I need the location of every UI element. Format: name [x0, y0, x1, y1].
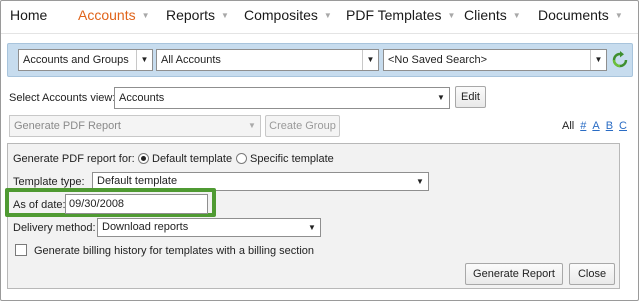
alpha-link-a[interactable]: A [592, 120, 599, 132]
group-type-select[interactable]: Accounts and Groups ▼ [18, 49, 153, 71]
saved-search-select[interactable]: <No Saved Search> ▼ [383, 49, 607, 71]
chevron-down-icon: ▼ [221, 11, 229, 20]
generate-for-label: Generate PDF report for: [13, 153, 135, 165]
action-select[interactable]: Generate PDF Report ▼ [9, 115, 261, 137]
nav-pdf-templates-label: PDF Templates [346, 7, 442, 23]
as-of-date-input[interactable]: 09/30/2008 [65, 194, 208, 214]
refresh-icon[interactable] [611, 51, 629, 69]
view-label: Select Accounts view: [9, 92, 116, 104]
nav-composites[interactable]: Composites ▼ [244, 7, 332, 23]
billing-history-checkbox[interactable] [15, 244, 27, 256]
close-button[interactable]: Close [569, 263, 615, 285]
chevron-down-icon: ▼ [136, 50, 152, 70]
alpha-filter: All # A B C [562, 120, 633, 132]
chevron-down-icon: ▼ [433, 88, 449, 108]
chevron-down-icon: ▼ [141, 11, 150, 20]
accounts-view-select[interactable]: Accounts ▼ [114, 87, 450, 109]
radio-unselected-icon[interactable] [236, 153, 247, 164]
alpha-all[interactable]: All [562, 120, 574, 132]
alpha-link-b[interactable]: B [606, 120, 613, 132]
group-type-value: Accounts and Groups [23, 54, 129, 66]
nav-documents-label: Documents [538, 7, 609, 23]
nav-reports-label: Reports [166, 7, 216, 23]
chevron-down-icon: ▼ [447, 11, 456, 20]
nav-clients-label: Clients [464, 7, 507, 23]
accounts-select-value: All Accounts [161, 54, 221, 66]
nav-composites-label: Composites [244, 7, 318, 23]
nav-accounts[interactable]: Accounts ▼ [78, 7, 150, 23]
template-type-label: Template type: [13, 176, 85, 188]
top-nav: Home Accounts ▼ Reports ▼ Composites ▼ PDF … [1, 1, 638, 31]
template-type-value: Default template [97, 175, 178, 187]
specific-template-label: Specific template [250, 153, 334, 165]
action-select-value: Generate PDF Report [14, 120, 121, 132]
edit-view-button[interactable]: Edit [455, 86, 486, 108]
as-of-date-label: As of date: [13, 199, 66, 211]
nav-documents[interactable]: Documents ▼ [538, 7, 623, 23]
specific-template-option[interactable]: Specific template [236, 153, 334, 165]
chevron-down-icon: ▼ [362, 50, 378, 70]
billing-history-label: Generate billing history for templates w… [34, 245, 315, 257]
nav-accounts-label: Accounts [78, 7, 136, 23]
delivery-method-label: Delivery method: [13, 222, 96, 234]
nav-divider [1, 33, 638, 34]
chevron-down-icon: ▼ [323, 11, 332, 20]
create-group-button[interactable]: Create Group [265, 115, 340, 137]
delivery-method-value: Download reports [102, 221, 189, 233]
nav-reports[interactable]: Reports ▼ [166, 7, 229, 23]
alpha-link-hash[interactable]: # [580, 120, 586, 132]
nav-home-label: Home [10, 7, 48, 23]
accounts-view-value: Accounts [119, 92, 165, 104]
nav-clients[interactable]: Clients ▼ [464, 7, 521, 23]
app-window: Home Accounts ▼ Reports ▼ Composites ▼ PDF … [0, 0, 639, 301]
saved-search-value: <No Saved Search> [388, 54, 488, 66]
chevron-down-icon: ▼ [614, 11, 623, 20]
default-template-option[interactable]: Default template [138, 153, 232, 165]
nav-home[interactable]: Home [10, 7, 47, 23]
chevron-down-icon: ▼ [512, 11, 521, 20]
chevron-down-icon: ▼ [590, 50, 606, 70]
default-template-label: Default template [152, 153, 233, 165]
chevron-down-icon: ▼ [244, 116, 260, 136]
chevron-down-icon: ▼ [412, 173, 428, 190]
alpha-link-c[interactable]: C [619, 120, 627, 132]
delivery-method-select[interactable]: Download reports ▼ [97, 218, 321, 237]
chevron-down-icon: ▼ [304, 219, 320, 236]
radio-selected-icon[interactable] [138, 153, 149, 164]
accounts-select[interactable]: All Accounts ▼ [156, 49, 379, 71]
generate-report-button[interactable]: Generate Report [465, 263, 563, 285]
nav-pdf-templates[interactable]: PDF Templates ▼ [346, 7, 455, 23]
